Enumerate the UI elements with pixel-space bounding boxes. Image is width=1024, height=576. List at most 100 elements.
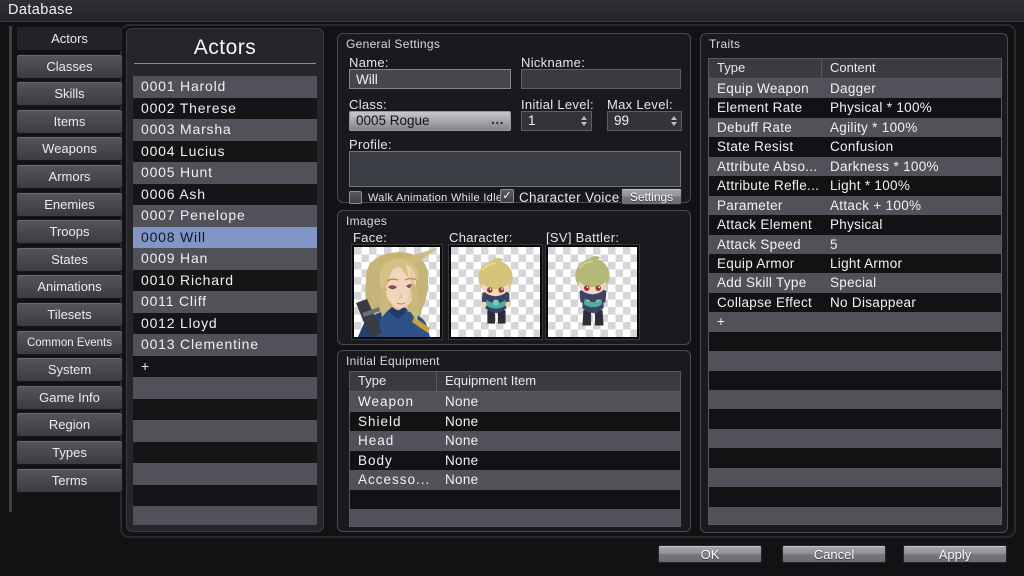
- actor-list-item[interactable]: 0008 Will: [133, 227, 317, 249]
- equipment-row-empty: [350, 490, 680, 510]
- name-input[interactable]: [349, 69, 511, 89]
- actor-list-item[interactable]: 0007 Penelope: [133, 205, 317, 227]
- actor-list-item[interactable]: 0011 Cliff: [133, 291, 317, 313]
- profile-textarea[interactable]: [349, 151, 681, 187]
- trait-row[interactable]: Attribute Refle...Light * 100%: [709, 176, 1001, 195]
- title-bar: Database: [0, 0, 1024, 22]
- sidebar-tab-animations[interactable]: Animations: [16, 274, 123, 299]
- actor-empty-row: [133, 442, 317, 464]
- nickname-label: Nickname:: [521, 55, 585, 70]
- actor-list-item[interactable]: 0013 Clementine: [133, 334, 317, 356]
- trait-row[interactable]: Equip WeaponDagger: [709, 79, 1001, 98]
- actor-empty-row: [133, 399, 317, 421]
- spin-up-icon[interactable]: [581, 116, 587, 120]
- character-voice-checkbox[interactable]: ✓: [500, 189, 514, 203]
- max-level-spinner[interactable]: 99: [607, 111, 682, 131]
- sidebar-tab-region[interactable]: Region: [16, 412, 123, 437]
- trait-row-empty: [709, 448, 1001, 467]
- sidebar-tab-troops[interactable]: Troops: [16, 219, 123, 244]
- battler-image[interactable]: [546, 245, 639, 339]
- sidebar-tab-skills[interactable]: Skills: [16, 81, 123, 106]
- actor-list-item[interactable]: 0004 Lucius: [133, 141, 317, 163]
- general-settings-group: General Settings Name: Nickname: Class: …: [337, 33, 691, 203]
- equipment-row[interactable]: Accesso...None: [350, 470, 680, 490]
- voice-settings-button[interactable]: Settings: [621, 188, 682, 205]
- sidebar-tab-enemies[interactable]: Enemies: [16, 192, 123, 217]
- profile-label: Profile:: [349, 137, 392, 152]
- trait-row-add[interactable]: +: [709, 312, 1001, 331]
- nickname-input[interactable]: [521, 69, 681, 89]
- character-sprite-art: [451, 247, 540, 337]
- trait-row[interactable]: State ResistConfusion: [709, 137, 1001, 156]
- actors-panel-title: Actors: [127, 36, 323, 60]
- class-select[interactable]: 0005 Rogue …: [349, 111, 511, 131]
- sidebar-tab-armors[interactable]: Armors: [16, 164, 123, 189]
- character-image[interactable]: [449, 245, 542, 339]
- trait-row-empty: [709, 487, 1001, 506]
- sidebar-tab-weapons[interactable]: Weapons: [16, 136, 123, 161]
- trait-row[interactable]: Attribute Abso...Darkness * 100%: [709, 157, 1001, 176]
- actor-add-row[interactable]: +: [133, 356, 317, 378]
- equipment-row[interactable]: BodyNone: [350, 451, 680, 471]
- walk-animation-checkbox[interactable]: [349, 191, 362, 204]
- trait-row[interactable]: Equip ArmorLight Armor: [709, 254, 1001, 273]
- cancel-button[interactable]: Cancel: [782, 545, 886, 563]
- actors-title-divider: [134, 63, 316, 64]
- sidebar-tab-terms[interactable]: Terms: [16, 468, 123, 493]
- initial-equipment-legend: Initial Equipment: [346, 354, 440, 368]
- images-legend: Images: [346, 214, 387, 228]
- actor-list-item[interactable]: 0003 Marsha: [133, 119, 317, 141]
- sidebar-tab-tilesets[interactable]: Tilesets: [16, 302, 123, 327]
- sidebar-tab-system[interactable]: System: [16, 357, 123, 382]
- trait-row[interactable]: Attack ElementPhysical: [709, 215, 1001, 234]
- actor-list-item[interactable]: 0009 Han: [133, 248, 317, 270]
- spin-down-icon[interactable]: [581, 122, 587, 126]
- actor-list-item[interactable]: 0010 Richard: [133, 270, 317, 292]
- actor-list-item[interactable]: 0001 Harold: [133, 76, 317, 98]
- images-group: Images Face: Character: [SV] Battler:: [337, 210, 691, 345]
- column-header-equipment-item: Equipment Item: [437, 372, 680, 391]
- actor-list-item[interactable]: 0005 Hunt: [133, 162, 317, 184]
- ok-button[interactable]: OK: [658, 545, 762, 563]
- actor-empty-row: [133, 463, 317, 485]
- equipment-row[interactable]: HeadNone: [350, 431, 680, 451]
- equipment-row[interactable]: WeaponNone: [350, 392, 680, 412]
- apply-button[interactable]: Apply: [903, 545, 1007, 563]
- sidebar-tab-actors[interactable]: Actors: [16, 26, 123, 51]
- initial-level-label: Initial Level:: [521, 97, 594, 112]
- actor-list-item[interactable]: 0002 Therese: [133, 98, 317, 120]
- battler-label: [SV] Battler:: [546, 230, 619, 245]
- spin-down-icon[interactable]: [671, 122, 677, 126]
- trait-row[interactable]: Collapse EffectNo Disappear: [709, 293, 1001, 312]
- face-portrait-art: [354, 247, 440, 337]
- traits-table: TypeContentEquip WeaponDaggerElement Rat…: [708, 58, 1002, 525]
- column-header-type: Type: [709, 59, 822, 78]
- actor-empty-row: [133, 506, 317, 525]
- face-image[interactable]: [352, 245, 442, 339]
- sidebar-tab-game-info[interactable]: Game Info: [16, 385, 123, 410]
- sidebar-tab-types[interactable]: Types: [16, 440, 123, 465]
- sidebar-tab-items[interactable]: Items: [16, 109, 123, 134]
- sidebar-tab-states[interactable]: States: [16, 247, 123, 272]
- equipment-row[interactable]: ShieldNone: [350, 412, 680, 432]
- actor-list-item[interactable]: 0006 Ash: [133, 184, 317, 206]
- actors-panel: Actors 0001 Harold0002 Therese0003 Marsh…: [126, 28, 324, 532]
- spin-up-icon[interactable]: [671, 116, 677, 120]
- class-value: 0005 Rogue: [356, 113, 430, 128]
- trait-row[interactable]: Debuff RateAgility * 100%: [709, 118, 1001, 137]
- initial-level-spinner[interactable]: 1: [521, 111, 592, 131]
- trait-row[interactable]: Element RatePhysical * 100%: [709, 98, 1001, 117]
- spinner-arrows[interactable]: [671, 116, 677, 126]
- trait-row[interactable]: ParameterAttack + 100%: [709, 196, 1001, 215]
- trait-row-empty: [709, 409, 1001, 428]
- actor-empty-row: [133, 420, 317, 442]
- trait-row[interactable]: Attack Speed5: [709, 235, 1001, 254]
- sidebar-tab-classes[interactable]: Classes: [16, 54, 123, 79]
- traits-group: Traits TypeContentEquip WeaponDaggerElem…: [700, 33, 1008, 533]
- traits-legend: Traits: [709, 37, 740, 51]
- sidebar-tab-common-events[interactable]: Common Events: [16, 330, 123, 355]
- actor-list-item[interactable]: 0012 Lloyd: [133, 313, 317, 335]
- trait-row[interactable]: Add Skill TypeSpecial: [709, 273, 1001, 292]
- spinner-arrows[interactable]: [581, 116, 587, 126]
- max-level-label: Max Level:: [607, 97, 673, 112]
